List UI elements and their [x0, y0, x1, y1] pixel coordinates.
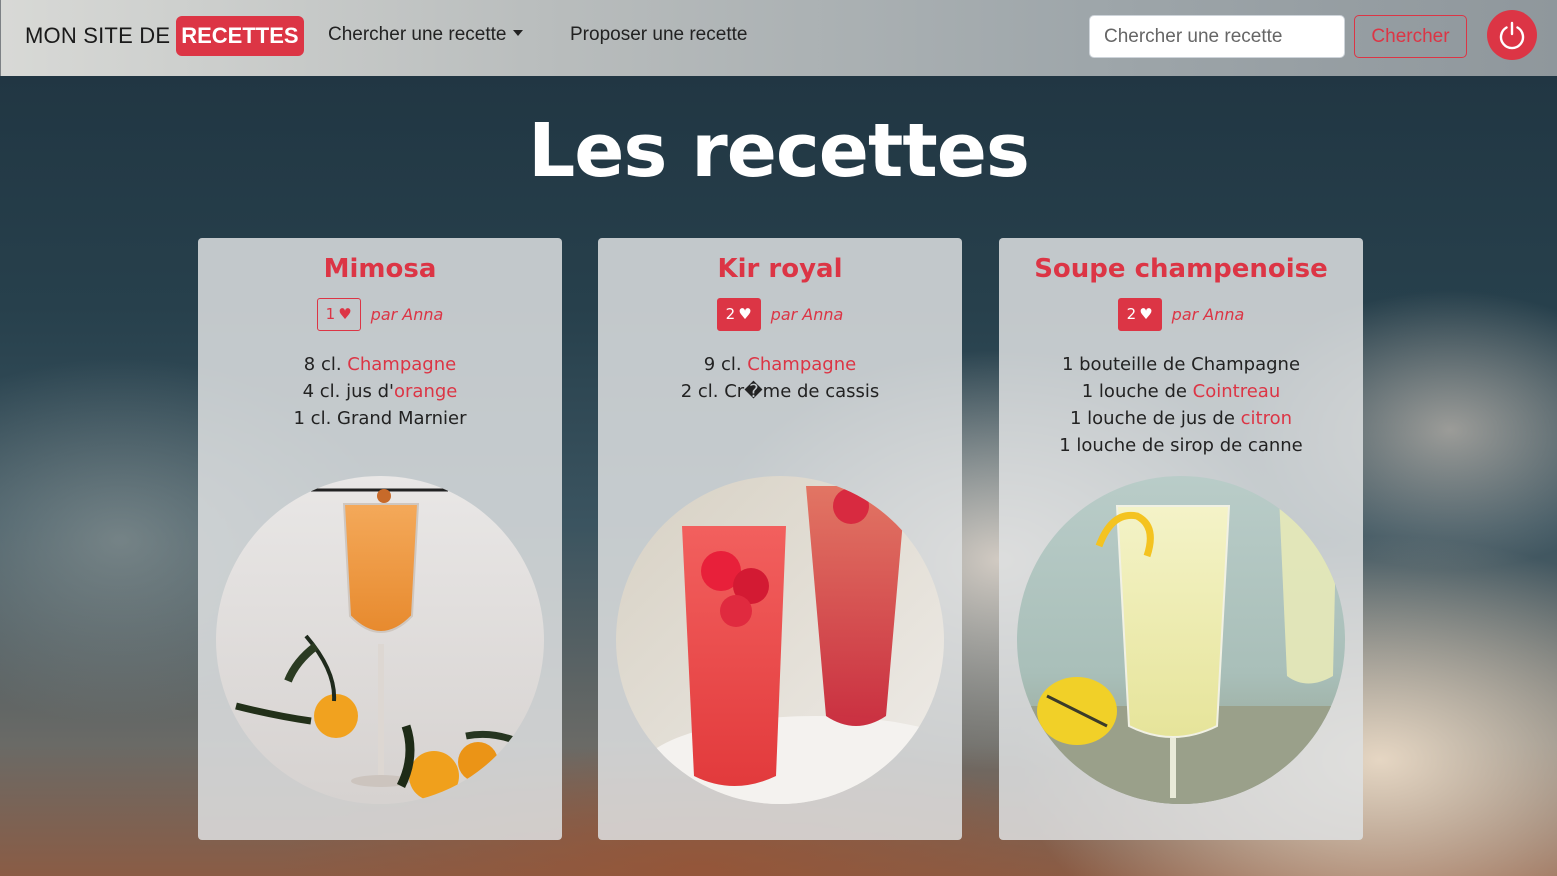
like-button[interactable]: 2 ♥	[1117, 298, 1162, 331]
brand-logo[interactable]: MON SITE DE RECETTES	[25, 15, 304, 57]
recipe-title[interactable]: Mimosa	[198, 254, 562, 284]
nav-search-dropdown[interactable]: Chercher une recette	[328, 24, 523, 46]
heart-icon: ♥	[738, 305, 752, 323]
like-count: 2	[1126, 305, 1137, 323]
like-button[interactable]: 1 ♥	[316, 298, 361, 331]
ingredient-item: 1 louche de sirop de canne	[1059, 435, 1303, 456]
ingredient-item: 8 cl. Champagne	[303, 354, 457, 375]
recipe-photo-soupe-champenoise	[1017, 476, 1345, 804]
logout-button[interactable]	[1487, 10, 1537, 60]
navbar: MON SITE DE RECETTES Chercher une recett…	[0, 0, 1557, 76]
like-count: 1	[325, 305, 336, 323]
recipe-title[interactable]: Soupe champenoise	[999, 254, 1363, 284]
ingredient-item: 4 cl. jus d'orange	[302, 381, 458, 402]
ingredient-list: 8 cl. Champagne 4 cl. jus d'orange 1 cl.…	[198, 351, 562, 432]
caret-down-icon	[512, 30, 523, 36]
recipe-card[interactable]: Mimosa 1 ♥ par Anna 8 cl. Champagne 4 cl.…	[198, 238, 562, 840]
recipe-title[interactable]: Kir royal	[598, 254, 962, 284]
recipe-author: par Anna	[370, 305, 444, 324]
ingredient-item: 2 cl. Cr�me de cassis	[680, 381, 880, 402]
ingredient-list: 9 cl. Champagne 2 cl. Cr�me de cassis	[598, 351, 962, 405]
recipe-meta: 1 ♥ par Anna	[198, 298, 562, 331]
heart-icon: ♥	[1139, 305, 1153, 323]
like-button[interactable]: 2 ♥	[716, 298, 761, 331]
recipe-card[interactable]: Soupe champenoise 2 ♥ par Anna 1 bouteill…	[999, 238, 1363, 840]
recipe-photo-mimosa	[216, 476, 544, 804]
ingredient-item: 1 louche de Cointreau	[1081, 381, 1281, 402]
heart-icon: ♥	[338, 305, 352, 323]
recipe-card[interactable]: Kir royal 2 ♥ par Anna 9 cl. Champagne 2 …	[598, 238, 962, 840]
ingredient-list: 1 bouteille de Champagne 1 louche de Coi…	[999, 351, 1363, 459]
brand-badge: RECETTES	[176, 16, 304, 56]
ingredient-item: 1 bouteille de Champagne	[1061, 354, 1301, 375]
page-title: Les recettes	[528, 108, 1030, 194]
ingredient-item: 9 cl. Champagne	[703, 354, 857, 375]
like-count: 2	[725, 305, 736, 323]
recipe-meta: 2 ♥ par Anna	[999, 298, 1363, 331]
power-icon	[1499, 21, 1525, 50]
search-button[interactable]: Chercher	[1354, 15, 1467, 58]
brand-text: MON SITE DE	[25, 23, 171, 48]
recipe-meta: 2 ♥ par Anna	[598, 298, 962, 331]
recipe-author: par Anna	[770, 305, 844, 324]
nav-propose-recipe[interactable]: Proposer une recette	[570, 24, 747, 46]
recipe-photo-kir-royal	[616, 476, 944, 804]
ingredient-item: 1 cl. Grand Marnier	[293, 408, 467, 429]
recipe-author: par Anna	[1171, 305, 1245, 324]
search-input[interactable]	[1089, 15, 1345, 58]
nav-search-label: Chercher une recette	[328, 24, 507, 45]
ingredient-item: 1 louche de jus de citron	[1069, 408, 1293, 429]
